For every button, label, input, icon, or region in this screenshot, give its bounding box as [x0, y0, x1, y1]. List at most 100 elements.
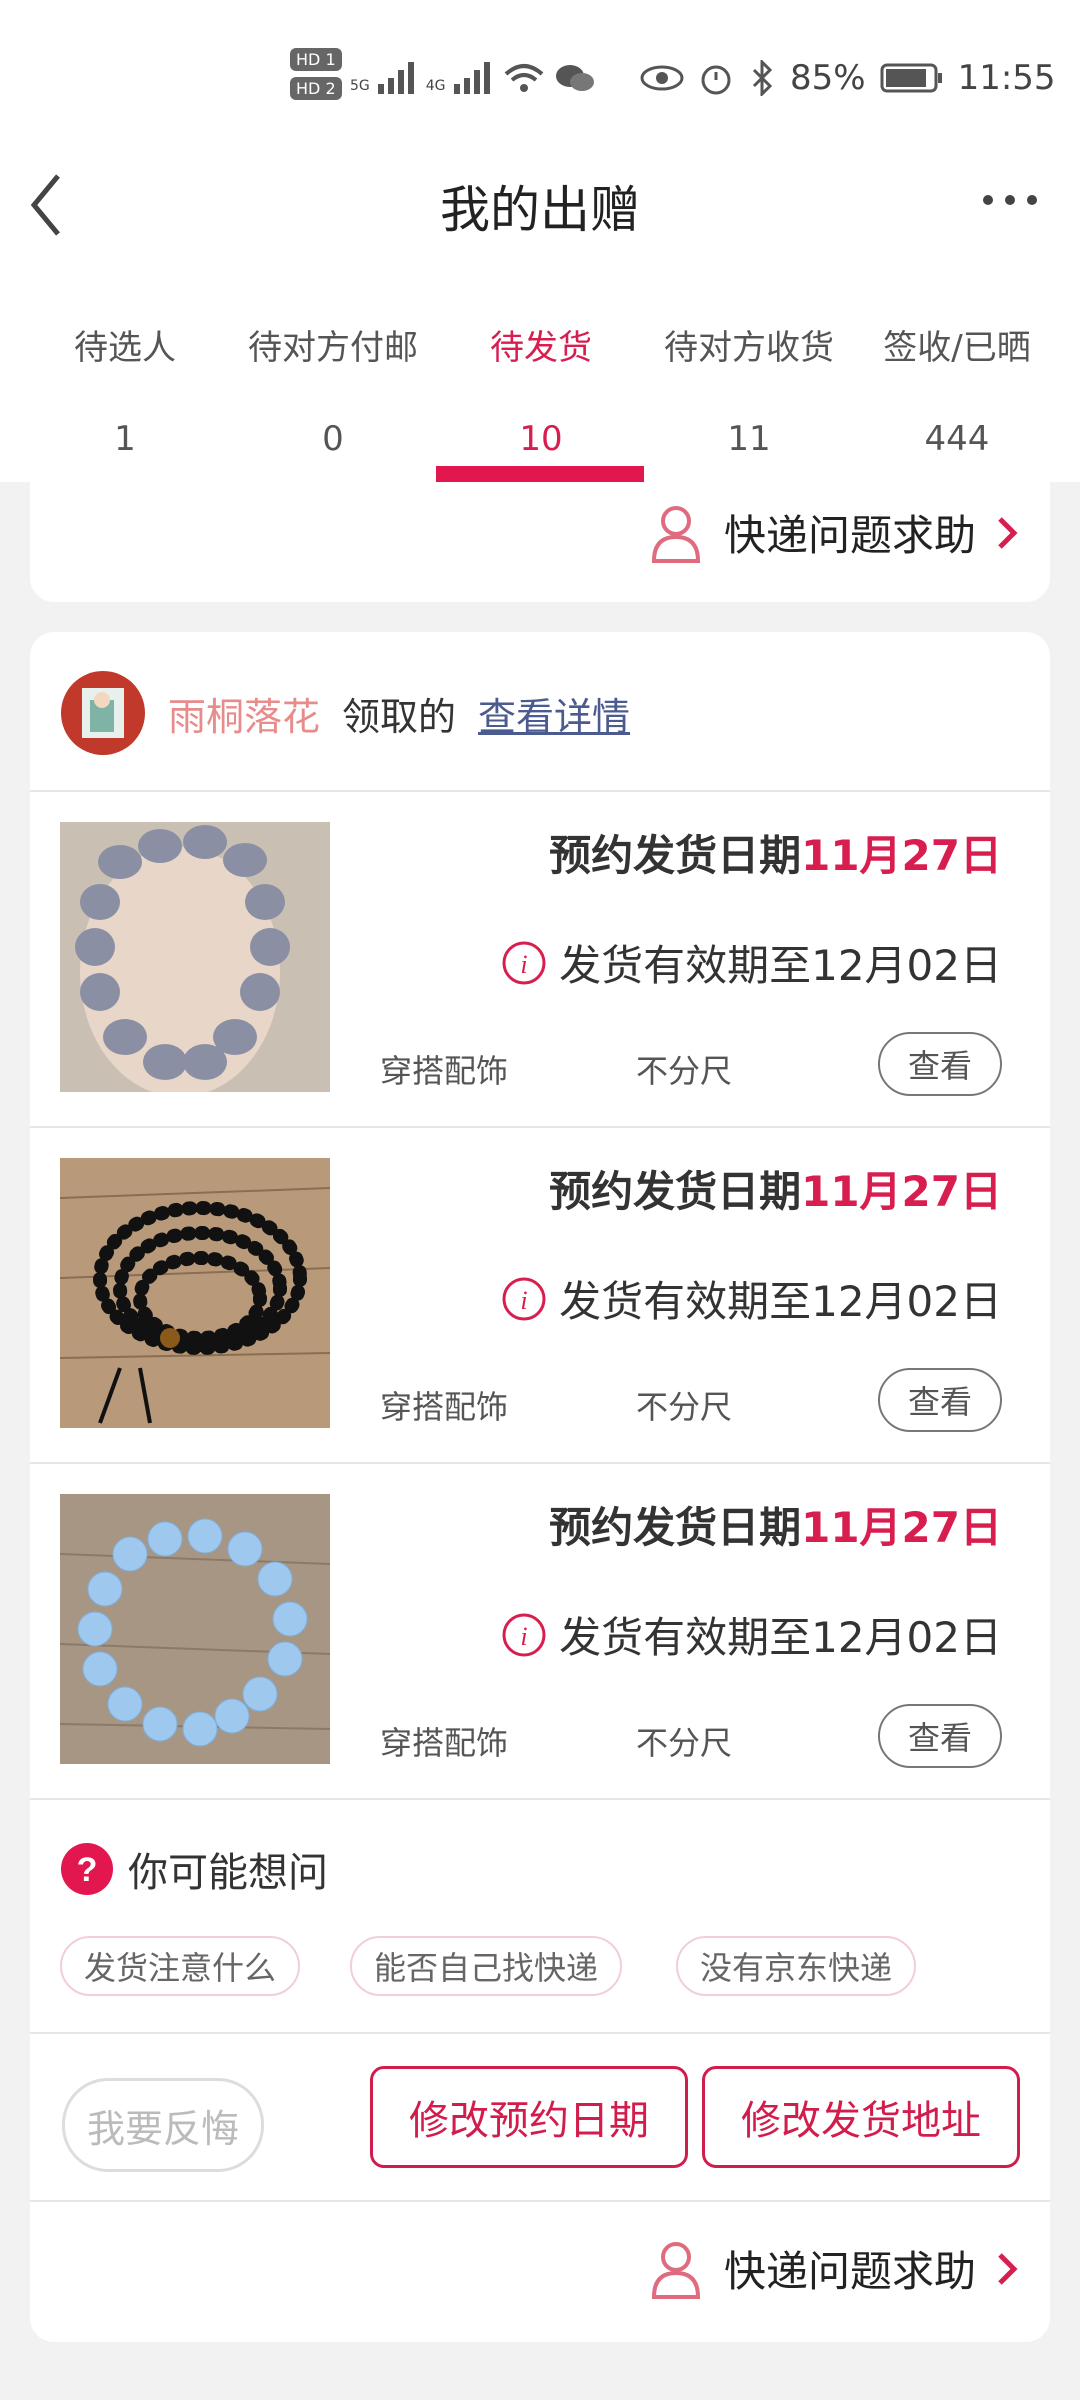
product-image	[60, 1158, 330, 1428]
help-label: 快递问题求助	[723, 2247, 976, 2296]
active-tab-indicator	[436, 466, 644, 482]
product-image	[60, 1494, 330, 1764]
tab-count: 11	[727, 419, 771, 459]
nav-bar: 我的出赠	[0, 150, 1080, 320]
scheduled-date: 预约发货日期11月27日	[549, 1494, 1002, 1555]
tab-label: 签收/已晒	[883, 328, 1031, 368]
divider	[30, 2200, 1050, 2202]
signal-icon	[453, 62, 490, 94]
previous-card: 快递问题求助	[30, 482, 1050, 602]
hd2-badge: HD 2	[290, 77, 342, 100]
status-right: 85% 11:55	[640, 58, 1056, 98]
more-dots-icon[interactable]	[980, 190, 1040, 210]
item-category: 穿搭配饰	[380, 1724, 509, 1762]
shipping-help-link[interactable]: 快递问题求助	[648, 502, 1020, 563]
svg-text:i: i	[520, 950, 527, 979]
bluetooth-icon	[752, 60, 773, 96]
received-text: 领取的	[342, 694, 457, 739]
chevron-right-icon	[998, 516, 1018, 549]
info-icon: i	[502, 1277, 546, 1320]
tab-pending-receipt[interactable]: 待对方收货 11	[644, 320, 854, 459]
tab-count: 0	[322, 419, 344, 459]
tab-pending-shipment[interactable]: 待发货 10	[436, 320, 646, 459]
tab-count: 10	[519, 419, 563, 459]
divider	[30, 1798, 1050, 1800]
tab-pending-select[interactable]: 待选人 1	[20, 320, 230, 459]
user-name[interactable]: 雨桐落花	[168, 686, 320, 741]
battery-percent: 85%	[790, 58, 866, 98]
tab-label: 待选人	[74, 328, 176, 368]
clock: 11:55	[957, 58, 1056, 98]
valid-text: 发货有效期至12月02日	[559, 1277, 1002, 1326]
faq-title: 你可能想问	[128, 1850, 328, 1896]
faq-chip[interactable]: 能否自己找快递	[350, 1936, 623, 1996]
view-detail-link[interactable]: 查看详情	[478, 686, 630, 741]
date-value: 11月27日	[801, 1167, 1002, 1216]
scheduled-date: 预约发货日期11月27日	[549, 822, 1002, 883]
faq-header: ? 你可能想问	[60, 1840, 328, 1898]
view-button[interactable]: 查看	[878, 1704, 1002, 1768]
hd1-badge: HD 1	[290, 48, 342, 71]
person-icon	[651, 2241, 700, 2299]
change-address-button[interactable]: 修改发货地址	[702, 2066, 1020, 2168]
info-icon: i	[502, 941, 546, 984]
status-bar: HD 1 HD 2 5G 4G 85% 11:55	[0, 0, 1080, 150]
tab-pending-postage[interactable]: 待对方付邮 0	[228, 320, 438, 459]
valid-text: 发货有效期至12月02日	[559, 941, 1002, 990]
hd-badges: HD 1 HD 2	[290, 48, 342, 100]
scheduled-date: 预约发货日期11月27日	[549, 1158, 1002, 1219]
item-size: 不分尺	[636, 1052, 733, 1090]
page-title: 我的出赠	[440, 181, 640, 239]
battery-icon	[880, 63, 942, 93]
list-item[interactable]: 预约发货日期11月27日 i 发货有效期至12月02日 穿搭配饰 不分尺 查看	[30, 1464, 1050, 1798]
help-label: 快递问题求助	[723, 511, 976, 560]
alarm-icon	[701, 65, 731, 95]
info-icon: i	[502, 1613, 546, 1656]
date-value: 11月27日	[801, 1503, 1002, 1552]
network-4g: 4G	[425, 78, 446, 94]
shipping-help-link[interactable]: 快递问题求助	[648, 2238, 1020, 2299]
date-prefix: 预约发货日期	[549, 831, 802, 880]
item-category: 穿搭配饰	[380, 1388, 509, 1426]
chevron-right-icon	[998, 2252, 1018, 2285]
svg-text:i: i	[520, 1286, 527, 1315]
faq-chip[interactable]: 没有京东快递	[676, 1936, 917, 1996]
wifi-icon	[504, 64, 543, 92]
item-size: 不分尺	[636, 1388, 733, 1426]
order-header: 雨桐落花 领取的 查看详情	[60, 670, 630, 756]
wechat-icon	[555, 65, 594, 91]
tab-label: 待对方付邮	[248, 328, 418, 368]
item-size: 不分尺	[636, 1724, 733, 1762]
change-date-button[interactable]: 修改预约日期	[370, 2066, 688, 2168]
valid-period: i 发货有效期至12月02日	[501, 1268, 1002, 1329]
status-tabs: 待选人 1 待对方付邮 0 待发货 10 待对方收货 11 签收/已晒 444	[0, 300, 1080, 482]
tab-count: 1	[114, 419, 136, 459]
network-5g: 5G	[350, 78, 370, 94]
valid-text: 发货有效期至12月02日	[559, 1613, 1002, 1662]
date-prefix: 预约发货日期	[549, 1503, 802, 1552]
view-button[interactable]: 查看	[878, 1368, 1002, 1432]
svg-text:i: i	[520, 1622, 527, 1651]
faq-chip[interactable]: 发货注意什么	[60, 1936, 301, 1996]
list-item[interactable]: 预约发货日期11月27日 i 发货有效期至12月02日 穿搭配饰 不分尺 查看	[30, 1128, 1050, 1462]
person-icon	[651, 505, 700, 563]
view-button[interactable]: 查看	[878, 1032, 1002, 1096]
order-card: 雨桐落花 领取的 查看详情 预约发货日期11月27日 i 发货有效期至12月02…	[30, 632, 1050, 2342]
avatar[interactable]	[60, 670, 146, 756]
divider	[30, 2032, 1050, 2034]
tab-count: 444	[924, 419, 990, 459]
valid-period: i 发货有效期至12月02日	[501, 1604, 1002, 1665]
tab-label: 待对方收货	[664, 328, 834, 368]
tab-received[interactable]: 签收/已晒 444	[852, 320, 1062, 459]
regret-button[interactable]: 我要反悔	[62, 2078, 264, 2172]
signal-area: 5G 4G	[350, 60, 596, 94]
eye-icon	[640, 65, 684, 91]
signal-icon	[377, 62, 414, 94]
tab-label: 待发货	[490, 328, 592, 368]
svg-text:?: ?	[77, 1851, 98, 1889]
product-image	[60, 822, 330, 1092]
item-category: 穿搭配饰	[380, 1052, 509, 1090]
list-item[interactable]: 预约发货日期11月27日 i 发货有效期至12月02日 穿搭配饰 不分尺 查看	[30, 792, 1050, 1126]
valid-period: i 发货有效期至12月02日	[501, 932, 1002, 993]
date-prefix: 预约发货日期	[549, 1167, 802, 1216]
